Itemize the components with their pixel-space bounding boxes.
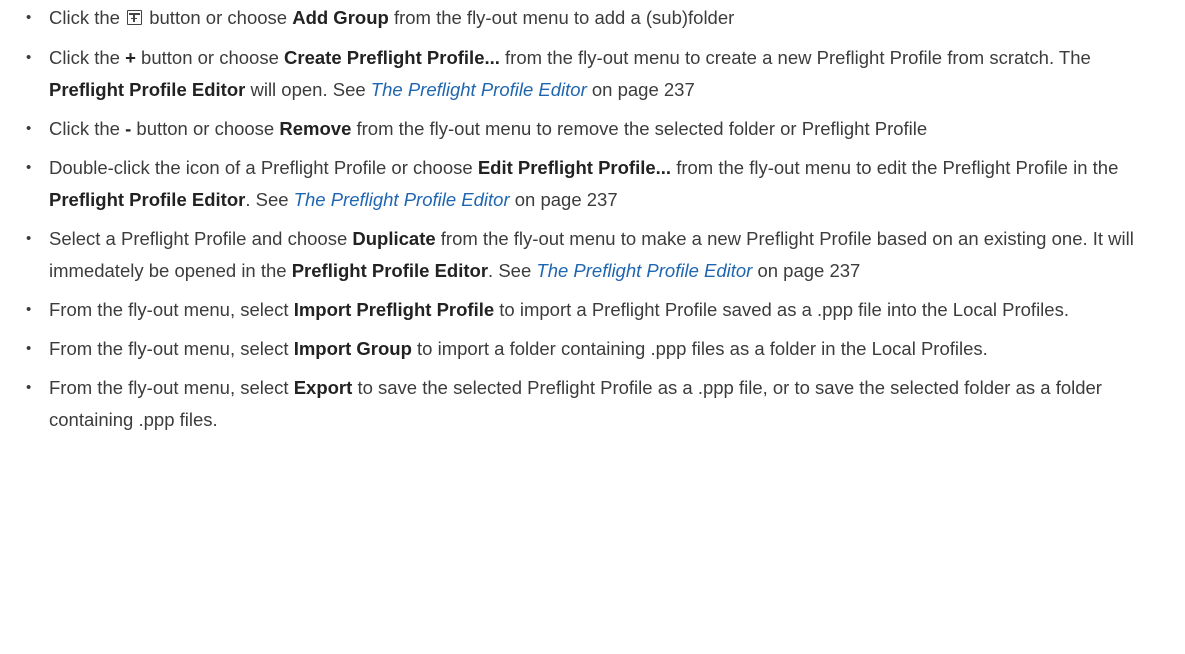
cross-reference-link[interactable]: The Preflight Profile Editor bbox=[294, 189, 510, 210]
item-text: Double-click the icon of a Preflight Pro… bbox=[49, 157, 473, 178]
menu-command-remove: Remove bbox=[279, 118, 352, 139]
menu-command-duplicate: Duplicate bbox=[352, 228, 436, 249]
menu-command-import-group: Import Group bbox=[293, 338, 412, 359]
item-text: button or choose bbox=[149, 7, 288, 28]
item-text: . See bbox=[488, 260, 532, 281]
editor-name: Preflight Profile Editor bbox=[49, 189, 246, 210]
item-text: from the fly-out menu to create a new Pr… bbox=[505, 47, 1091, 68]
item-text: on page 237 bbox=[514, 189, 618, 210]
list-item: From the fly-out menu, select Import Pre… bbox=[10, 294, 1161, 326]
list-item: Click the button or choose Add Group fro… bbox=[10, 2, 1161, 34]
list-item: Click the - button or choose Remove from… bbox=[10, 113, 1161, 145]
item-text: From the fly-out menu, select bbox=[49, 299, 289, 320]
menu-command-add-group: Add Group bbox=[292, 7, 389, 28]
item-text: button or choose bbox=[136, 118, 275, 139]
item-text: from the fly-out menu to remove the sele… bbox=[356, 118, 928, 139]
plus-button-label: + bbox=[125, 47, 136, 68]
menu-command-create-profile: Create Preflight Profile... bbox=[284, 47, 500, 68]
item-text: on page 237 bbox=[591, 79, 695, 100]
menu-command-export: Export bbox=[293, 377, 353, 398]
item-text: button or choose bbox=[141, 47, 279, 68]
editor-name: Preflight Profile Editor bbox=[291, 260, 489, 281]
item-text: will open. See bbox=[250, 79, 366, 100]
menu-command-edit-profile: Edit Preflight Profile... bbox=[477, 157, 672, 178]
minus-button-label: - bbox=[125, 118, 132, 139]
list-item: From the fly-out menu, select Export to … bbox=[10, 372, 1161, 436]
item-text: on page 237 bbox=[757, 260, 861, 281]
add-group-icon bbox=[127, 10, 143, 25]
list-item: Select a Preflight Profile and choose Du… bbox=[10, 223, 1161, 287]
cross-reference-link[interactable]: The Preflight Profile Editor bbox=[371, 79, 587, 100]
item-text: Click the bbox=[49, 118, 120, 139]
item-text: to import a folder containing .ppp files… bbox=[417, 338, 988, 359]
item-text: from the fly-out menu to add a (sub)fold… bbox=[393, 7, 735, 28]
list-item: From the fly-out menu, select Import Gro… bbox=[10, 333, 1161, 365]
item-text: Click the bbox=[49, 7, 120, 28]
menu-command-import-profile: Import Preflight Profile bbox=[293, 299, 495, 320]
cross-reference-link[interactable]: The Preflight Profile Editor bbox=[536, 260, 752, 281]
list-item: Double-click the icon of a Preflight Pro… bbox=[10, 152, 1161, 216]
editor-name: Preflight Profile Editor bbox=[49, 79, 246, 100]
document-page: Click the button or choose Add Group fro… bbox=[0, 0, 1185, 436]
item-text: . See bbox=[245, 189, 289, 210]
item-text: From the fly-out menu, select bbox=[49, 338, 289, 359]
bullet-list: Click the button or choose Add Group fro… bbox=[10, 2, 1161, 436]
list-item: Click the + button or choose Create Pref… bbox=[10, 42, 1161, 106]
item-text: Select a Preflight Profile and choose bbox=[49, 228, 348, 249]
item-text: From the fly-out menu, select bbox=[49, 377, 289, 398]
item-text: to import a Preflight Profile saved as a… bbox=[499, 299, 1069, 320]
item-text: Click the bbox=[49, 47, 120, 68]
item-text: from the fly-out menu to edit the Prefli… bbox=[676, 157, 1119, 178]
